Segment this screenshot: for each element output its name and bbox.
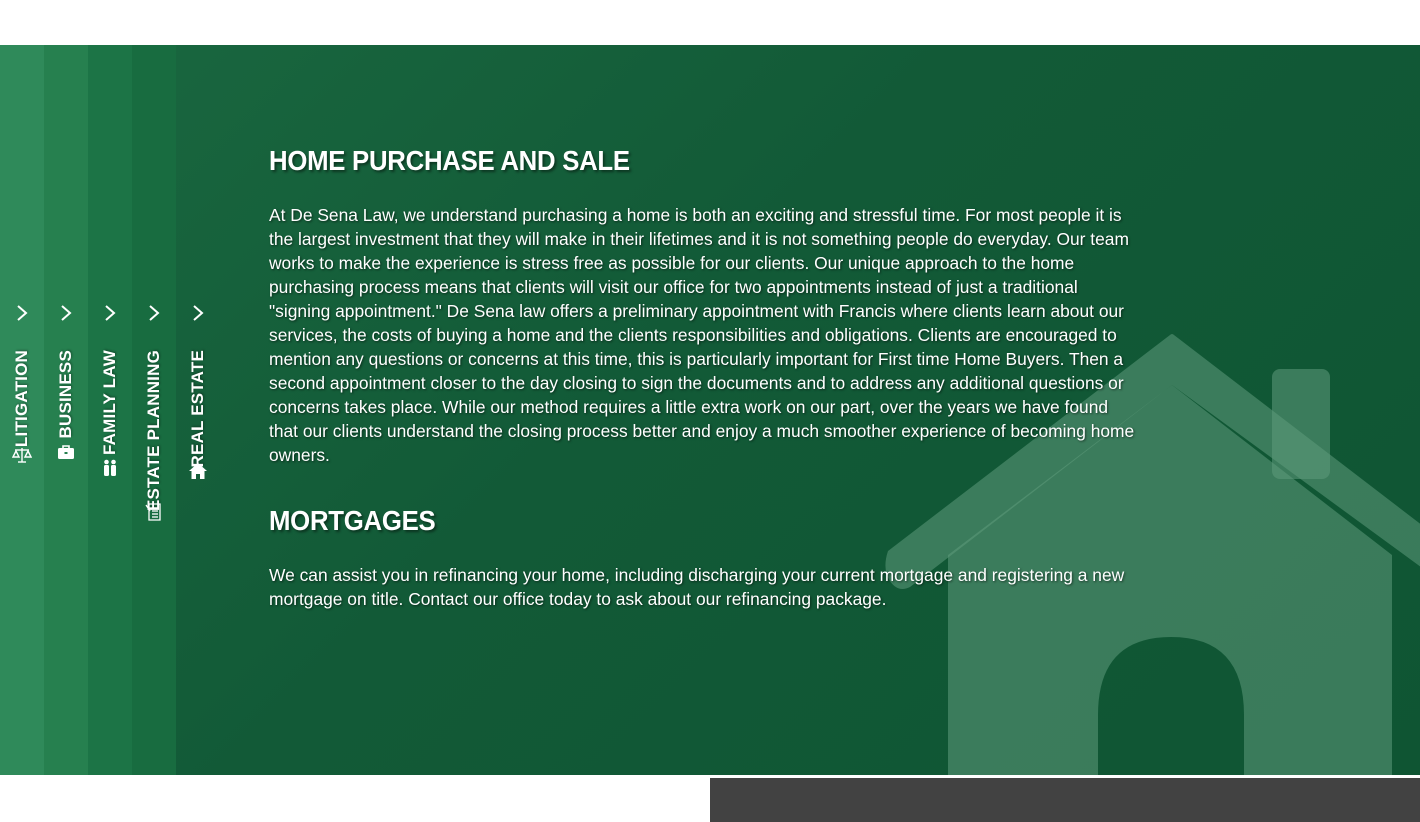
home-icon bbox=[189, 463, 207, 479]
document-icon bbox=[145, 503, 161, 521]
briefcase-icon bbox=[58, 445, 74, 459]
tab-litigation-label: LITIGATION bbox=[12, 350, 31, 448]
chevron-right-icon bbox=[193, 305, 204, 321]
tab-business-label: BUSINESS bbox=[56, 350, 75, 439]
top-header-bar bbox=[0, 0, 1420, 45]
practice-area-panel: LITIGATION BUSINESS FAMILY LAW ESTATE PL… bbox=[0, 45, 1420, 775]
tab-real-estate-label: REAL ESTATE bbox=[188, 350, 207, 468]
mortgages-heading: MORTGAGES bbox=[269, 505, 436, 536]
home-purchase-text: At De Sena Law, we understand purchasing… bbox=[269, 205, 1135, 465]
tab-real-estate[interactable]: REAL ESTATE bbox=[176, 45, 220, 775]
tab-family-law-label: FAMILY LAW bbox=[100, 350, 119, 455]
tab-estate-planning[interactable]: ESTATE PLANNING bbox=[132, 45, 176, 775]
chevron-right-icon bbox=[149, 305, 160, 321]
tab-estate-planning-label: ESTATE PLANNING bbox=[144, 350, 163, 512]
family-icon bbox=[104, 459, 116, 476]
chevron-right-icon bbox=[17, 305, 28, 321]
mortgages-text: We can assist you in refinancing your ho… bbox=[269, 565, 1125, 609]
tab-business[interactable]: BUSINESS bbox=[44, 45, 88, 775]
scales-icon bbox=[12, 448, 32, 463]
footer-dark-bar bbox=[710, 778, 1420, 822]
practice-area-tabs: LITIGATION BUSINESS FAMILY LAW ESTATE PL… bbox=[0, 45, 220, 775]
tab-litigation[interactable]: LITIGATION bbox=[0, 45, 44, 775]
chevron-right-icon bbox=[61, 305, 72, 321]
home-purchase-heading: HOME PURCHASE AND SALE bbox=[269, 145, 630, 176]
tab-family-law[interactable]: FAMILY LAW bbox=[88, 45, 132, 775]
chevron-right-icon bbox=[105, 305, 116, 321]
